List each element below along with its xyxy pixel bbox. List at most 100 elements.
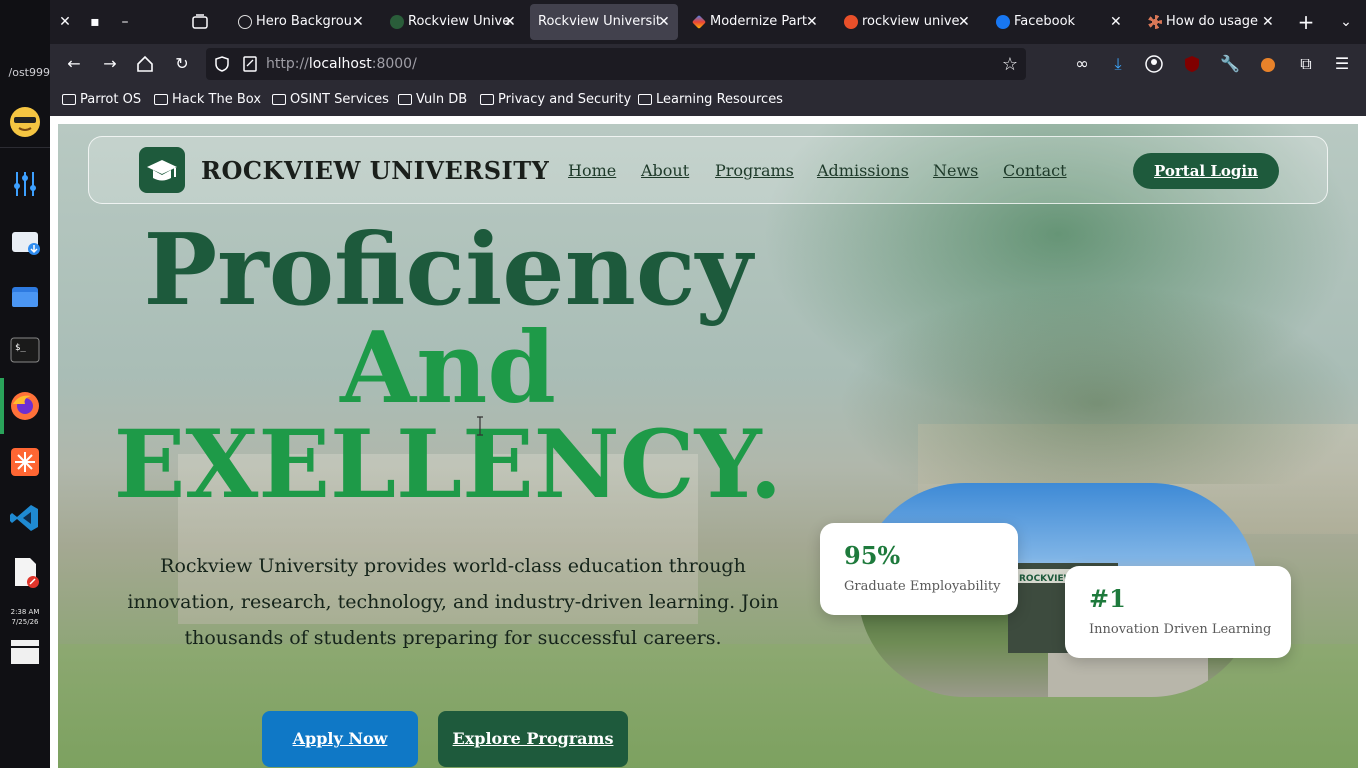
taskbar-icon[interactable] (9, 636, 41, 668)
portal-login-button[interactable]: Portal Login (1133, 153, 1279, 189)
nav-link-contact[interactable]: Contact (1003, 161, 1067, 180)
firefox-icon[interactable] (9, 390, 41, 422)
navigation-toolbar: ← → ↻ http://localhost:8000/ ☆ ∞ ⤓ 🔧 ⧉ ☰ (50, 44, 1366, 84)
chatgpt-icon (238, 15, 252, 29)
tab-rockview-1[interactable]: Rockview Unive ✕ (382, 4, 524, 40)
hero-headline-line-3: EXELLENCY. (113, 410, 783, 520)
url-bar[interactable]: http://localhost:8000/ ☆ (206, 48, 1026, 80)
tab-close-icon[interactable]: ✕ (658, 4, 672, 40)
gemini-icon (691, 14, 707, 30)
vscode-icon[interactable] (9, 502, 41, 534)
private-mask-icon[interactable]: ∞ (1070, 52, 1094, 76)
maximize-window-icon[interactable]: ▪ (85, 12, 105, 32)
hero-headline-line-1: Proficiency (143, 213, 753, 328)
tab-close-icon[interactable]: ✕ (806, 4, 820, 40)
account-icon[interactable] (1142, 52, 1166, 76)
stat-value: 95% (844, 541, 901, 570)
tab-facebook[interactable]: Facebook ✕ (988, 4, 1130, 40)
dock-host-label: ost999/ (8, 66, 51, 79)
software-install-icon[interactable] (9, 224, 41, 256)
folder-icon (398, 94, 412, 105)
hero-headline-line-2: And (340, 311, 556, 426)
tab-overview-icon[interactable] (190, 12, 210, 32)
bookmark-folder-hack-the-box[interactable]: Hack The Box (154, 92, 261, 108)
menu-hamburger-icon[interactable]: ☰ (1330, 52, 1354, 76)
nav-link-about[interactable]: About (641, 161, 689, 180)
nav-link-news[interactable]: News (933, 161, 978, 180)
svg-text:$_: $_ (15, 343, 26, 353)
facebook-icon (996, 15, 1010, 29)
hero-section: ROCKVIEW UNIVERSITY Home About Programs … (58, 124, 1358, 768)
text-cursor-icon (476, 416, 483, 436)
folder-icon (638, 94, 652, 105)
page-viewport: ROCKVIEW UNIVERSITY Home About Programs … (50, 116, 1366, 768)
left-dock: ost999/ $_ 2:38 AM 7/25/26 (0, 0, 50, 768)
tab-close-icon[interactable]: ✕ (1262, 4, 1276, 40)
rockview-favicon-icon (390, 15, 404, 29)
nav-link-admissions[interactable]: Admissions (817, 161, 909, 180)
hero-description: Rockview University provides world-class… (127, 555, 779, 649)
folder-icon (480, 94, 494, 105)
reload-icon[interactable]: ↻ (170, 52, 194, 76)
tab-close-icon[interactable]: ✕ (504, 4, 518, 40)
stat-value: #1 (1089, 584, 1126, 613)
hero-background-palms (838, 284, 1358, 484)
tab-close-icon[interactable]: ✕ (1110, 4, 1124, 40)
graduation-cap-icon[interactable] (139, 147, 185, 193)
forward-arrow-icon[interactable]: → (98, 52, 122, 76)
bookmark-folder-learning-resources[interactable]: Learning Resources (638, 92, 783, 108)
tab-hero-background[interactable]: Hero Backgrou ✕ (230, 4, 372, 40)
bookmark-star-icon[interactable]: ☆ (1002, 54, 1018, 75)
file-manager-icon[interactable] (9, 280, 41, 312)
dock-clock: 2:38 AM 7/25/26 (0, 607, 50, 627)
foxyproxy-icon[interactable] (1256, 52, 1280, 76)
extensions-icon[interactable]: ⧉ (1294, 52, 1318, 76)
tab-title: Rockview Universit (538, 14, 660, 29)
explore-programs-button[interactable]: Explore Programs (438, 711, 628, 767)
folder-icon (154, 94, 168, 105)
wrench-icon[interactable]: 🔧 (1218, 52, 1242, 76)
equalizer-icon[interactable] (9, 168, 41, 200)
clock-date: 7/25/26 (11, 618, 39, 626)
bookmarks-toolbar: Parrot OS Hack The Box OSINT Services Vu… (50, 84, 1366, 116)
url-text[interactable]: http://localhost:8000/ (266, 48, 417, 80)
page-info-icon[interactable] (242, 56, 258, 76)
bookmark-folder-vuln-db[interactable]: Vuln DB (398, 92, 467, 108)
stat-card-innovation: #1 Innovation Driven Learning (1065, 566, 1291, 658)
burp-icon[interactable] (9, 446, 41, 478)
downloads-icon[interactable]: ⤓ (1106, 52, 1130, 76)
stat-label: Graduate Employability (844, 579, 1001, 594)
folder-icon (272, 94, 286, 105)
stat-card-employability: 95% Graduate Employability (820, 523, 1018, 615)
tab-rockview-search[interactable]: rockview unive ✕ (836, 4, 978, 40)
ublock-icon[interactable] (1180, 52, 1204, 76)
claude-icon (1148, 15, 1162, 29)
bookmark-folder-osint-services[interactable]: OSINT Services (272, 92, 389, 108)
clock-time: 2:38 AM (10, 608, 40, 616)
tab-modernize[interactable]: Modernize Part ✕ (684, 4, 826, 40)
home-icon[interactable] (133, 52, 157, 76)
site-header: ROCKVIEW UNIVERSITY Home About Programs … (88, 136, 1328, 204)
terminal-icon[interactable]: $_ (9, 334, 41, 366)
bookmark-folder-privacy-security[interactable]: Privacy and Security (480, 92, 631, 108)
document-icon[interactable] (9, 556, 41, 588)
tab-how-do-usage[interactable]: How do usage ✕ (1140, 4, 1282, 40)
tab-list-chevron-down-icon[interactable]: ⌄ (1336, 12, 1356, 32)
apply-now-button[interactable]: Apply Now (262, 711, 418, 767)
new-tab-icon[interactable]: + (1296, 12, 1316, 32)
bookmark-folder-parrot-os[interactable]: Parrot OS (62, 92, 141, 108)
site-brand-name[interactable]: ROCKVIEW UNIVERSITY (201, 137, 549, 205)
folder-icon (62, 94, 76, 105)
tab-rockview-active[interactable]: Rockview Universit ✕ (530, 4, 678, 40)
minimize-window-icon[interactable]: – (115, 12, 135, 32)
tab-close-icon[interactable]: ✕ (958, 4, 972, 40)
close-window-icon[interactable]: ✕ (55, 12, 75, 32)
nav-link-home[interactable]: Home (568, 161, 616, 180)
campus-road (1048, 653, 1208, 697)
back-arrow-icon[interactable]: ← (62, 52, 86, 76)
nav-link-programs[interactable]: Programs (715, 161, 794, 180)
tab-close-icon[interactable]: ✕ (352, 4, 366, 40)
avatar-icon[interactable] (9, 106, 41, 138)
shield-icon[interactable] (214, 56, 230, 76)
brave-search-icon (844, 15, 858, 29)
